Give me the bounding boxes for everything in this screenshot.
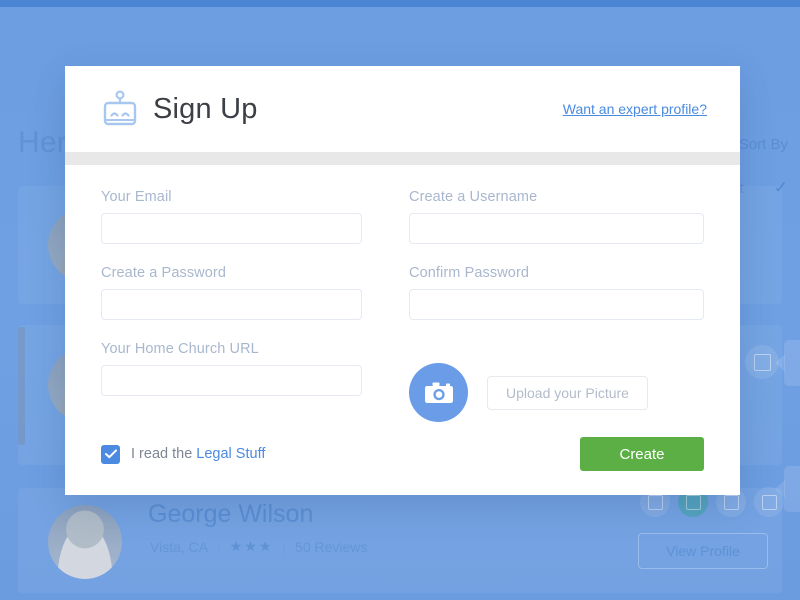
- field-church-url: Your Home Church URL: [101, 341, 362, 401]
- legal-stuff-link[interactable]: Legal Stuff: [196, 446, 265, 462]
- password-label: Create a Password: [101, 265, 227, 281]
- password-input[interactable]: [101, 289, 362, 320]
- review-count: 50 Reviews: [295, 538, 368, 555]
- email-label: Your Email: [101, 189, 172, 205]
- email-input[interactable]: [101, 213, 362, 244]
- picture-upload-row: Upload your Picture: [409, 341, 704, 422]
- signup-modal: Sign Up Want an expert profile? Your Ema…: [65, 66, 740, 495]
- page-title: Sign Up: [153, 92, 258, 125]
- profile-badge-group: [745, 345, 779, 379]
- view-profile-button[interactable]: View Profile: [638, 533, 768, 569]
- modal-header: Sign Up Want an expert profile?: [65, 66, 740, 152]
- confirm-password-label: Confirm Password: [409, 265, 530, 281]
- legal-text: I read the Legal Stuff: [131, 446, 265, 462]
- app-root: Here Sort By First ✓ George Wilson Vista…: [0, 0, 800, 600]
- robot-head-icon: [103, 90, 137, 126]
- speech-bubble-icon: [775, 466, 800, 512]
- rating-stars: ★★★: [229, 538, 274, 554]
- legal-prefix: I read the: [131, 446, 197, 462]
- avatar: [48, 505, 122, 579]
- username-label: Create a Username: [409, 189, 538, 205]
- field-username: Create a Username: [409, 189, 704, 244]
- modal-footer: I read the Legal Stuff Create: [65, 422, 740, 471]
- upload-picture-button[interactable]: Upload your Picture: [487, 375, 648, 410]
- field-password: Create a Password: [101, 265, 362, 320]
- profile-name: George Wilson: [148, 500, 314, 528]
- field-confirm-password: Confirm Password: [409, 265, 704, 320]
- camera-upload-button[interactable]: [409, 363, 468, 422]
- church-url-input[interactable]: [101, 365, 362, 396]
- legal-agreement: I read the Legal Stuff: [101, 444, 265, 464]
- badge-icon[interactable]: [745, 345, 779, 379]
- signup-form: Your Email Create a Username Create a Pa…: [101, 189, 704, 422]
- username-input[interactable]: [409, 213, 704, 244]
- create-button[interactable]: Create: [580, 437, 704, 471]
- check-icon: [104, 449, 117, 459]
- expert-profile-link[interactable]: Want an expert profile?: [563, 101, 707, 117]
- field-email: Your Email: [101, 189, 362, 244]
- church-url-label: Your Home Church URL: [101, 341, 259, 357]
- profile-location: Vista, CA: [150, 538, 209, 555]
- speech-bubble-icon: [775, 340, 800, 386]
- background-top-bar: [0, 0, 800, 7]
- header-divider: [65, 152, 740, 165]
- confirm-password-input[interactable]: [409, 289, 704, 320]
- sort-by-label[interactable]: Sort By: [739, 136, 788, 153]
- background-card-accent-bar: [18, 327, 25, 445]
- modal-body: Your Email Create a Username Create a Pa…: [65, 165, 740, 422]
- camera-icon: [424, 382, 453, 403]
- meta-separator: |: [217, 538, 221, 555]
- profile-meta: Vista, CA | ★★★ | 50 Reviews: [150, 538, 367, 555]
- meta-separator: |: [282, 538, 287, 555]
- legal-checkbox[interactable]: [101, 444, 120, 464]
